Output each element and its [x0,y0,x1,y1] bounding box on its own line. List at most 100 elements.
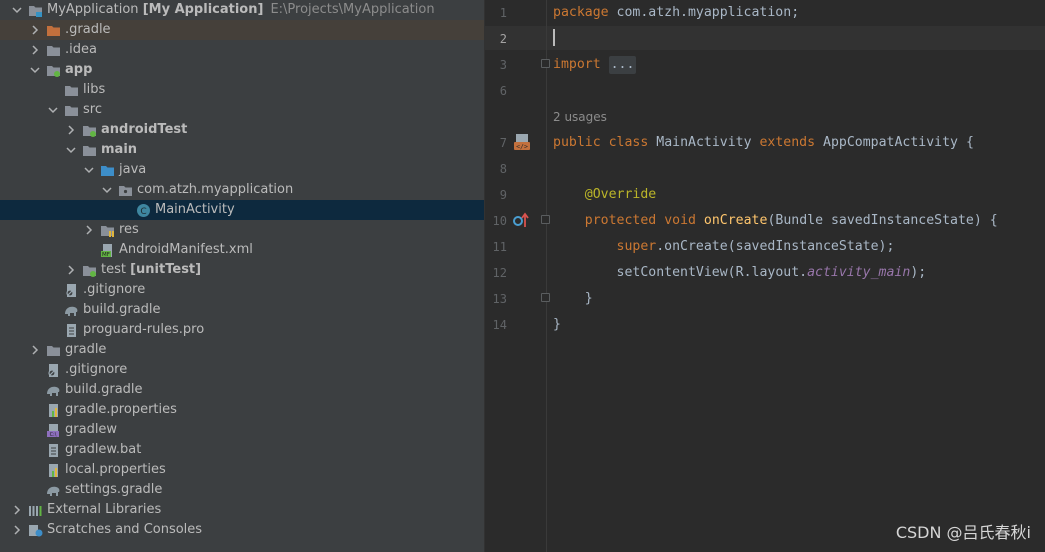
line-number: 11 [492,240,507,254]
shell-script-icon: C:\ [47,424,59,438]
text-file-icon [67,324,76,337]
code-line-13[interactable]: } [553,290,593,308]
source-folder-icon [101,166,114,176]
chevron-down-icon[interactable] [65,144,77,156]
chevron-down-icon[interactable] [101,184,113,196]
code-line-1[interactable]: package com.atzh.myapplication; [553,4,799,22]
java-class-icon: C [137,204,150,217]
tree-label: build.gradle [65,382,143,397]
tree-row-project-root[interactable]: MyApplication [My Application] E:\Project… [0,0,484,20]
tree-label: settings.gradle [65,482,163,497]
chevron-right-icon[interactable] [83,224,95,236]
tree-row-gradle-properties[interactable]: gradle.properties [0,400,484,420]
tree-row-gradlew-bat[interactable]: gradlew.bat [0,440,484,460]
override-method-gutter-icon[interactable] [512,211,530,229]
line-number: 9 [499,188,507,202]
tree-row-gradle-folder[interactable]: gradle [0,340,484,360]
svg-text:MF: MF [102,252,110,258]
properties-file-icon [49,464,58,477]
tree-row-root-build-gradle[interactable]: build.gradle [0,380,484,400]
properties-file-icon [49,404,58,417]
manifest-file-icon: MF [101,244,112,258]
module-folder-icon [29,6,42,17]
tree-label: app [65,62,93,77]
tree-row-proguard[interactable]: proguard-rules.pro [0,320,484,340]
fold-toggle-icon[interactable] [541,293,550,302]
gutter-separator [546,0,547,552]
tree-row-scratches[interactable]: Scratches and Consoles [0,520,484,540]
chevron-right-icon[interactable] [11,524,23,536]
chevron-down-icon[interactable] [83,164,95,176]
tree-row-test[interactable]: test [unitTest] [0,260,484,280]
activity-layout-gutter-icon[interactable]: </> [513,133,531,151]
tree-row-package[interactable]: com.atzh.myapplication [0,180,484,200]
tree-row-libs[interactable]: libs [0,80,484,100]
svg-text:C: C [140,207,146,217]
line-number: 12 [492,266,507,280]
line-number: 7 [499,136,507,150]
tree-row-res[interactable]: res [0,220,484,240]
project-tree-panel: MyApplication [My Application] E:\Project… [0,0,484,552]
tree-row-app-module[interactable]: app [0,60,484,80]
folder-icon [47,46,60,56]
chevron-right-icon[interactable] [65,124,77,136]
chevron-right-icon[interactable] [11,504,23,516]
tree-row-local-properties[interactable]: local.properties [0,460,484,480]
tree-label: External Libraries [47,502,162,517]
fold-toggle-icon[interactable] [541,215,550,224]
tree-label: java [119,162,147,177]
gradle-elephant-icon [47,486,60,496]
tree-row-app-gitignore[interactable]: .gitignore [0,280,484,300]
code-line-3[interactable]: import ... [553,56,637,74]
gitignore-file-icon [48,364,58,377]
tree-row-root-gitignore[interactable]: .gitignore [0,360,484,380]
line-number: 8 [499,162,507,176]
line-number: 13 [492,292,507,306]
tree-row-mainactivity[interactable]: C MainActivity [0,200,484,220]
tree-label: AndroidManifest.xml [119,242,253,257]
folded-imports-button[interactable]: ... [608,56,637,74]
svg-text:C:\: C:\ [50,432,57,438]
library-icon [29,506,42,516]
chevron-down-icon[interactable] [47,104,59,116]
android-module-icon [47,66,60,77]
tree-row-main[interactable]: main [0,140,484,160]
chevron-right-icon[interactable] [29,24,41,36]
tree-label: androidTest [101,122,188,137]
test-folder-icon [83,266,96,277]
tree-label: proguard-rules.pro [83,322,205,337]
chevron-down-icon[interactable] [29,64,41,76]
svg-text:</>: </> [516,143,528,151]
tree-label: gradle.properties [65,402,177,417]
chevron-down-icon[interactable] [11,4,23,16]
chevron-right-icon[interactable] [65,264,77,276]
code-line-7[interactable]: public class MainActivity extends AppCom… [553,134,974,152]
chevron-right-icon[interactable] [29,344,41,356]
tree-row-settings-gradle[interactable]: settings.gradle [0,480,484,500]
tree-row-manifest[interactable]: MF AndroidManifest.xml [0,240,484,260]
tree-row-androidtest[interactable]: androidTest [0,120,484,140]
tree-label: .gitignore [65,362,128,377]
tree-row-idea-dir[interactable]: .idea [0,40,484,60]
chevron-right-icon[interactable] [29,44,41,56]
tree-row-external-libraries[interactable]: External Libraries [0,500,484,520]
code-line-14[interactable]: } [553,316,561,334]
tree-row-app-build-gradle[interactable]: build.gradle [0,300,484,320]
tree-label: .gitignore [83,282,146,297]
code-editor[interactable]: 1 2 3 6 7 8 9 10 11 12 13 14 </> package… [485,0,1045,552]
fold-toggle-icon[interactable] [541,59,550,68]
text-file-icon [49,444,58,457]
code-line-12[interactable]: setContentView(R.layout.activity_main); [553,264,927,282]
tree-row-gradle-dir[interactable]: .gradle [0,20,484,40]
tree-row-gradlew[interactable]: C:\ gradlew [0,420,484,440]
tree-row-src[interactable]: src [0,100,484,120]
code-line-9[interactable]: @Override [553,186,656,204]
code-line-10[interactable]: protected void onCreate(Bundle savedInst… [553,212,998,230]
tree-label: src [83,102,102,117]
tree-row-java[interactable]: java [0,160,484,180]
tree-label: test [unitTest] [101,262,202,277]
folder-excluded-icon [47,26,60,36]
gradle-elephant-icon [47,386,60,396]
code-line-11[interactable]: super.onCreate(savedInstanceState); [553,238,895,256]
usages-hint[interactable]: 2 usages [553,108,607,126]
